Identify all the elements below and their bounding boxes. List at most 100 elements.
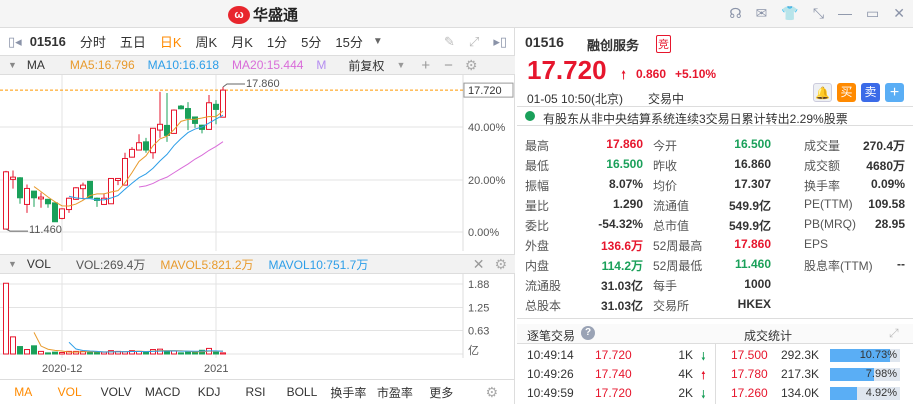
shrink-icon[interactable]: ⤡ bbox=[813, 5, 824, 22]
stat-label: 振幅 bbox=[525, 179, 550, 193]
indicator-tab[interactable]: KDJ bbox=[186, 385, 232, 399]
candle-body bbox=[66, 197, 72, 211]
tabs-gear-icon[interactable]: ⚙ bbox=[469, 384, 515, 401]
expand-icon[interactable]: ⤢ bbox=[889, 326, 899, 341]
volume-bar bbox=[171, 350, 177, 355]
vol-collapse-icon[interactable]: ▼ bbox=[8, 259, 17, 269]
indicator-tab[interactable]: 换手率 bbox=[325, 384, 371, 401]
volume-bar bbox=[185, 351, 191, 355]
minus-icon[interactable]: − bbox=[444, 57, 453, 74]
indicator-tab[interactable]: VOL bbox=[46, 385, 92, 399]
collapse-right-icon[interactable]: ▸▯ bbox=[493, 34, 507, 50]
volume-bar bbox=[38, 350, 44, 355]
stock-code: 01516 bbox=[29, 34, 66, 49]
pencil-icon[interactable]: ✎ bbox=[444, 34, 455, 50]
candlestick-chart[interactable]: 40.00% 20.00% 0.00% 17.720 17.860 11.460 bbox=[0, 75, 515, 251]
period-tab[interactable]: 1分 bbox=[267, 32, 287, 51]
collapse-left-icon[interactable]: ▯◂ bbox=[8, 34, 22, 50]
ma20-value: MA20:15.444 bbox=[232, 58, 304, 72]
stat-value: 109.58 bbox=[868, 197, 905, 211]
ma-indicator-row: ▼ MA MA5:16.796 MA10:16.618 MA20:15.444 … bbox=[0, 55, 515, 75]
fullscreen-icon[interactable]: ⤢ bbox=[469, 34, 479, 50]
minimize-icon[interactable]: — bbox=[838, 5, 852, 22]
date-axis: 2020-12 2021 bbox=[0, 358, 515, 380]
mail-icon[interactable]: ✉ bbox=[756, 5, 768, 22]
candle-body bbox=[192, 116, 198, 124]
help-icon[interactable]: ? bbox=[581, 326, 595, 340]
indicator-tab[interactable]: MA bbox=[0, 385, 46, 399]
dist-bar: 10.73% bbox=[830, 349, 900, 362]
adjust-chevron-icon[interactable]: ▼ bbox=[396, 60, 405, 70]
period-tab[interactable]: 五日 bbox=[120, 32, 146, 51]
date-tick: 2020-12 bbox=[42, 363, 83, 375]
stat-label: 52周最低 bbox=[653, 259, 703, 273]
trades-title[interactable]: 逐笔交易 bbox=[527, 327, 575, 344]
close-icon[interactable]: ✕ bbox=[893, 5, 905, 22]
period-tab[interactable]: 15分 bbox=[335, 32, 362, 51]
period-tab[interactable]: 分时 bbox=[80, 32, 106, 51]
candle-body bbox=[59, 208, 65, 219]
stat-label: 换手率 bbox=[804, 179, 841, 193]
stat-label: 量比 bbox=[525, 199, 550, 213]
dist-pct: 4.92% bbox=[865, 387, 897, 399]
indicator-tab[interactable]: BOLL bbox=[279, 385, 325, 399]
indicator-tab[interactable]: MACD bbox=[139, 385, 185, 399]
stat-label: 昨收 bbox=[653, 159, 678, 173]
indicator-tab[interactable]: 市盈率 bbox=[372, 384, 418, 401]
ticks-header: 逐笔交易 ? 成交统计 ⤢ bbox=[517, 324, 913, 344]
ma5-value: MA5:16.796 bbox=[69, 58, 135, 72]
alert-bell-button[interactable]: 🔔 bbox=[813, 83, 832, 102]
stat-value: 17.307 bbox=[734, 177, 771, 191]
close-indicator-icon[interactable]: ✕ bbox=[473, 256, 485, 273]
candle-body bbox=[38, 196, 44, 200]
headset-icon[interactable]: ☊ bbox=[729, 5, 741, 22]
volume-stats-title[interactable]: 成交统计 bbox=[744, 327, 792, 344]
more-periods-chevron-icon[interactable]: ▼ bbox=[373, 36, 383, 47]
indicator-tab[interactable]: RSI bbox=[232, 385, 278, 399]
trade-price: 17.720 bbox=[595, 386, 632, 400]
plus-icon[interactable]: + bbox=[421, 57, 430, 74]
stat-value: 28.95 bbox=[874, 217, 905, 231]
volume-bar bbox=[10, 336, 16, 355]
low-label: 11.460 bbox=[29, 224, 62, 236]
dist-price: 17.500 bbox=[731, 348, 768, 362]
indicator-tab[interactable]: VOLV bbox=[93, 385, 139, 399]
gear-icon[interactable]: ⚙ bbox=[465, 57, 478, 74]
vol-gear-icon[interactable]: ⚙ bbox=[494, 256, 507, 273]
period-tab[interactable]: 月K bbox=[231, 32, 253, 51]
ma-collapse-icon[interactable]: ▼ bbox=[8, 60, 17, 70]
volume-bar bbox=[87, 351, 93, 355]
add-watchlist-button[interactable]: + bbox=[885, 83, 904, 102]
stat-value: 17.860 bbox=[734, 237, 771, 251]
stat-value: 11.460 bbox=[734, 257, 771, 271]
sell-button[interactable]: 卖 bbox=[861, 83, 880, 102]
volume-chart[interactable]: 1.88 1.25 0.63 亿 bbox=[0, 274, 515, 358]
shirt-icon[interactable]: 👕 bbox=[781, 5, 798, 22]
volume-bar bbox=[31, 345, 37, 355]
adjust-select[interactable]: 前复权 bbox=[348, 57, 384, 74]
stat-value: 549.9亿 bbox=[728, 199, 771, 213]
chart-toolbar: ▯◂ 01516 分时 五日 日K 周K 月K 1分 5分 15分 ▼ ✎ ⤢ ▸▯ bbox=[0, 28, 515, 55]
stats-table: 最高 17.860 今开 16.500 成交量 270.4万 最低 16.500 昨收 16.86… bbox=[517, 129, 913, 319]
stat-label: 总市值 bbox=[653, 219, 690, 233]
trade-volume: 4K bbox=[678, 367, 693, 381]
notice-bar[interactable]: 有股东从非中央结算系统连续3交易日累计转出2.29%股票 bbox=[517, 106, 913, 126]
volume-bar bbox=[192, 351, 198, 355]
stat-value: 4680万 bbox=[866, 159, 905, 173]
up-arrow-icon: 🠕 bbox=[621, 68, 627, 82]
indicator-tab[interactable]: 更多 bbox=[418, 384, 464, 401]
stat-label: 最高 bbox=[525, 139, 550, 153]
period-tab[interactable]: 5分 bbox=[301, 32, 321, 51]
volume-bar bbox=[213, 351, 219, 355]
period-tab[interactable]: 周K bbox=[196, 32, 218, 51]
volume-bar bbox=[17, 346, 23, 355]
volume-bar bbox=[52, 351, 58, 355]
period-tab[interactable]: 日K bbox=[160, 32, 182, 51]
volume-bar bbox=[178, 352, 184, 355]
buy-button[interactable]: 买 bbox=[837, 83, 856, 102]
maximize-icon[interactable]: ▭ bbox=[866, 5, 879, 22]
candle-body bbox=[52, 202, 58, 223]
price-axis-tick: 0.00% bbox=[468, 227, 499, 239]
candle-body bbox=[115, 177, 121, 181]
app-logo: ω 华盛通 bbox=[228, 4, 298, 25]
